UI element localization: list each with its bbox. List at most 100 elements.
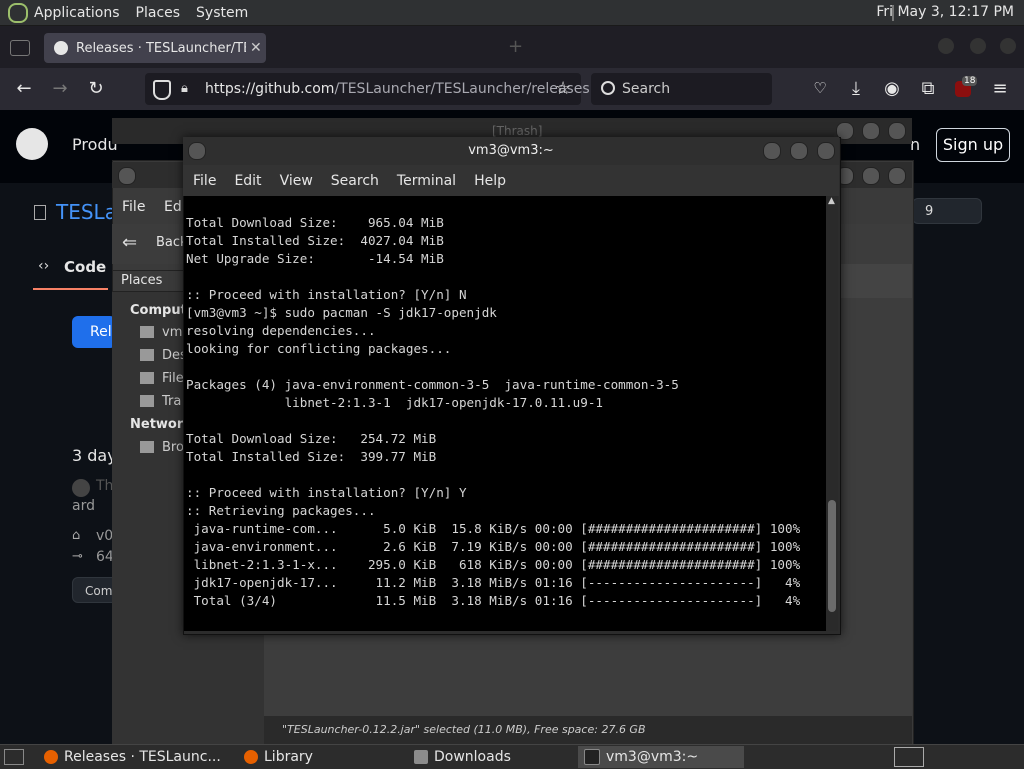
url-path: /TESLauncher/TESLauncher/releases <box>334 81 590 97</box>
show-desktop-icon[interactable] <box>4 749 24 765</box>
fm-item-browse-network[interactable]: Bro <box>162 440 184 455</box>
task-label: Library <box>264 749 313 765</box>
window-close-icon[interactable] <box>1000 38 1016 54</box>
task-label: vm3@vm3:~ <box>606 749 699 765</box>
firefox-icon <box>244 750 258 764</box>
terminal-output[interactable]: Total Download Size: 965.04 MiB Total In… <box>184 196 826 631</box>
tab-code-underline <box>33 288 108 290</box>
fm2-menu-icon[interactable] <box>118 167 136 185</box>
fm2-close-icon[interactable] <box>888 167 906 185</box>
menu-logo-icon[interactable] <box>8 2 28 23</box>
extensions-icon[interactable]: ⧉ <box>916 78 940 99</box>
tag-icon: ⌂ <box>72 528 81 543</box>
fm-item-filesystem[interactable]: File <box>162 371 184 386</box>
sign-up-button[interactable]: Sign up <box>936 128 1010 162</box>
term-line: looking for conflicting packages... <box>186 341 452 356</box>
term-menu-edit[interactable]: Edit <box>234 173 261 189</box>
clock[interactable]: Fri May 3, 12:17 PM <box>876 4 1014 20</box>
lock-icon[interactable]: 🔒︎ <box>181 81 188 96</box>
avatar <box>72 479 90 497</box>
fm-item-browse-network-icon <box>140 441 154 453</box>
fm-item-trash[interactable]: Tra <box>162 394 181 409</box>
task-label: Releases · TESLaunc... <box>64 749 221 765</box>
fm-item-desktop-icon <box>140 349 154 361</box>
url-bar[interactable]: 🔒︎ https://github.com/TESLauncher/TESLau… <box>145 73 590 105</box>
term-line: Total Installed Size: 399.77 MiB <box>186 449 437 464</box>
reload-icon[interactable]: ↻ <box>84 78 108 99</box>
github-logo-icon[interactable] <box>16 128 48 160</box>
terminal-scroll-thumb[interactable] <box>828 500 836 612</box>
term-line: Total Download Size: 254.72 MiB <box>186 431 437 446</box>
task-library[interactable]: Library <box>238 746 400 768</box>
term-line: Total (3/4) 11.5 MiB 3.18 MiB/s 01:16 [-… <box>186 593 801 608</box>
release-note-start: Th <box>96 478 114 494</box>
account-icon[interactable]: ◉ <box>880 78 904 99</box>
term-line: :: Proceed with installation? [Y/n] N <box>186 287 467 302</box>
time-ago: 3 day <box>72 446 117 465</box>
url-host: https://github.com <box>205 81 335 97</box>
system-menu[interactable]: System <box>196 5 248 21</box>
firefox-view-icon[interactable] <box>10 40 30 56</box>
repo-icon <box>34 205 46 220</box>
term-line: jdk17-openjdk-17... 11.2 MiB 3.18 MiB/s … <box>186 575 801 590</box>
workspace-switcher-icon[interactable] <box>894 747 924 767</box>
hamburger-menu-icon[interactable]: ≡ <box>988 78 1012 99</box>
term-menu-view[interactable]: View <box>280 173 313 189</box>
task-firefox-releases[interactable]: Releases · TESLaunc... <box>38 746 230 768</box>
term-line: :: Proceed with installation? [Y/n] Y <box>186 485 467 500</box>
term-minimize-icon[interactable] <box>763 142 781 160</box>
term-line: libnet-2:1.3-1-x... 295.0 KiB 618 KiB/s … <box>186 557 801 572</box>
window-maximize-icon[interactable] <box>970 38 986 54</box>
task-downloads[interactable]: Downloads <box>408 746 570 768</box>
fm2-maximize-icon[interactable] <box>862 167 880 185</box>
window-minimize-icon[interactable] <box>938 38 954 54</box>
term-menu-icon[interactable] <box>188 142 206 160</box>
task-terminal[interactable]: vm3@vm3:~ <box>578 746 744 768</box>
tab-releases[interactable]: Releases · TESLauncher/TES ✕ <box>44 33 266 63</box>
term-menu-help[interactable]: Help <box>474 173 506 189</box>
term-maximize-icon[interactable] <box>790 142 808 160</box>
fm-item-trash-icon <box>140 395 154 407</box>
term-line: java-runtime-com... 5.0 KiB 15.8 KiB/s 0… <box>186 521 801 536</box>
term-line: [vm3@vm3 ~]$ sudo pacman -S jdk17-openjd… <box>186 305 497 320</box>
term-menu-terminal[interactable]: Terminal <box>397 173 456 189</box>
term-line: Total Installed Size: 4027.04 MiB <box>186 233 444 248</box>
top-panel: Applications Places System Fri May 3, 12… <box>0 0 1024 26</box>
stars-count[interactable]: 9 <box>912 198 982 224</box>
applications-menu[interactable]: Applications <box>34 5 120 21</box>
terminal-title: vm3@vm3:~ <box>468 143 554 158</box>
fm-item-home-icon <box>140 326 154 338</box>
term-menu-file[interactable]: File <box>193 173 216 189</box>
scroll-up-arrow-icon[interactable]: ▲ <box>828 196 835 206</box>
tab-close-icon[interactable]: ✕ <box>250 40 262 56</box>
tab-code[interactable]: Code <box>64 258 106 276</box>
folder-icon <box>414 750 428 764</box>
search-placeholder: Search <box>622 81 671 97</box>
term-close-icon[interactable] <box>817 142 835 160</box>
commit-icon: ⊸ <box>72 549 83 564</box>
fm-close-icon[interactable] <box>888 122 906 140</box>
bookmark-star-icon[interactable]: ☆ <box>555 78 571 99</box>
download-icon[interactable]: ⤓ <box>844 78 868 99</box>
fm-status-bar: "TESLauncher-0.12.2.jar" selected (11.0 … <box>264 716 912 744</box>
code-icon: ‹› <box>38 258 50 274</box>
releases-button[interactable]: Rel <box>72 316 116 348</box>
term-menu-search[interactable]: Search <box>331 173 379 189</box>
tag-name[interactable]: v0 <box>96 528 113 544</box>
nav-product[interactable]: Produ <box>72 135 118 154</box>
forward-arrow-icon[interactable]: → <box>48 78 72 99</box>
new-tab-icon[interactable]: + <box>508 36 523 57</box>
shield-icon[interactable] <box>153 80 171 100</box>
back-arrow-icon[interactable]: ← <box>12 78 36 99</box>
fm-item-filesystem-icon <box>140 372 154 384</box>
fm-maximize-icon[interactable] <box>862 122 880 140</box>
term-line: Net Upgrade Size: -14.54 MiB <box>186 251 444 266</box>
fm-back-icon[interactable]: ⇐ <box>122 232 137 253</box>
term-line: resolving dependencies... <box>186 323 376 338</box>
search-bar[interactable]: Search <box>591 73 772 105</box>
terminal-titlebar[interactable]: vm3@vm3:~ <box>183 137 839 165</box>
places-menu[interactable]: Places <box>136 5 181 21</box>
pocket-icon[interactable]: ♡ <box>808 79 832 97</box>
repo-name[interactable]: TESLa <box>56 200 117 224</box>
fm-menu-file[interactable]: File <box>122 199 145 215</box>
